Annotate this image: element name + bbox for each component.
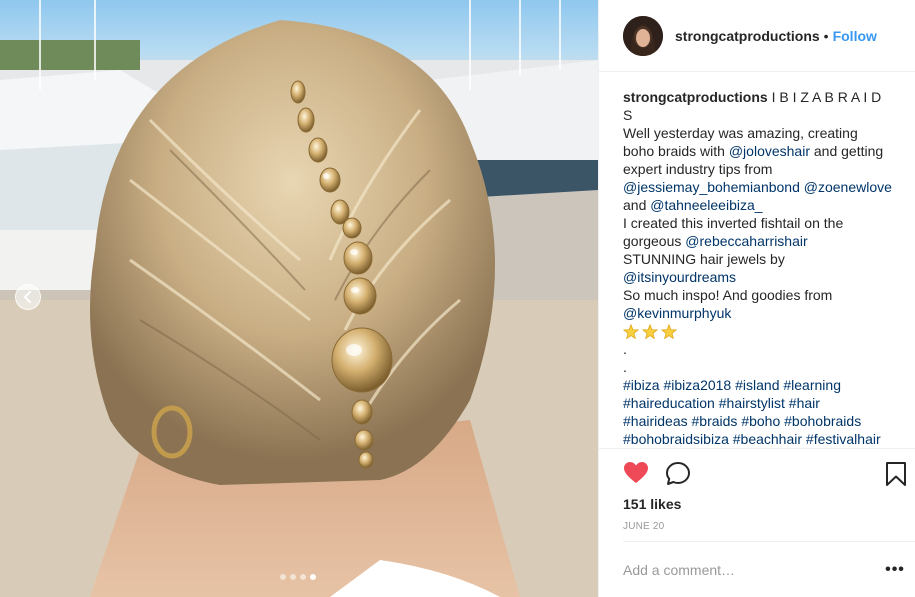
caption-line: and @tahneeleeibiza_ [623,196,899,214]
hashtag-link[interactable]: #beachhair [733,431,802,447]
mention-link[interactable]: @rebeccaharrishair [685,233,807,249]
caption-line: expert industry tips from [623,161,773,177]
caption-line: boho braids with @joloveshair and gettin… [623,142,899,160]
caption-text: gorgeous [623,233,686,249]
post-header: strongcatproductions • Follow [599,0,915,72]
mention-link[interactable]: @tahneeleeibiza_ [650,197,762,213]
bookmark-icon [886,462,906,486]
star-emoji-icon [623,324,639,340]
carousel-indicator [280,574,316,580]
avatar[interactable] [623,15,663,56]
post-username[interactable]: strongcatproductions [675,28,820,44]
comment-bar: ••• [623,541,915,597]
carousel-dot [290,574,296,580]
hashtag-line: #hairideas #braids #boho #bohobraids [623,412,899,430]
caption-line: STUNNING hair jewels by [623,251,785,267]
mention-link[interactable]: @itsinyourdreams [623,269,736,285]
caption-line: So much inspo! And goodies from [623,287,833,303]
more-options-button[interactable]: ••• [875,561,915,579]
mention-link[interactable]: @joloveshair [729,143,810,159]
caption-line: I created this inverted fishtail on the [623,215,844,231]
caption-line: . [623,341,627,358]
carousel-dot [280,574,286,580]
profile-picture [623,15,663,56]
carousel-prev-button[interactable] [15,284,41,310]
hashtag-link[interactable]: #island [735,377,779,393]
star-emoji-icon [661,324,677,340]
chevron-left-icon [24,291,31,303]
hashtag-link[interactable]: #hairideas [623,413,688,429]
comment-button[interactable] [665,461,691,492]
comment-bubble-icon [666,462,690,485]
mention-link[interactable]: @zoenewlove [804,179,892,195]
hashtag-link[interactable]: #boho [741,413,780,429]
post-photo[interactable] [0,0,598,597]
likes-count[interactable]: 151 likes [623,496,681,512]
post-side-panel: strongcatproductions • Follow strongcatp… [598,0,915,597]
hashtag-line: #ibiza #ibiza2018 #island #learning [623,376,899,394]
separator-dot: • [823,27,829,44]
hashtag-line: #bohobraidsibiza #beachhair #festivalhai… [623,430,899,448]
follow-button[interactable]: Follow [833,28,877,44]
caption-line: . [623,359,627,376]
caption-line: @jessiemay_bohemianbond @zoenewlove [623,178,899,196]
instagram-post: strongcatproductions • Follow strongcatp… [0,0,915,597]
save-button[interactable] [885,461,907,492]
caption-line: gorgeous @rebeccaharrishair [623,232,899,250]
caption-line: strongcatproductions I B I Z A B R A I D [623,88,899,106]
hashtag-link[interactable]: #hairstylist [719,395,785,411]
mention-link[interactable]: @jessiemay_bohemianbond [623,179,800,195]
post-caption: strongcatproductions I B I Z A B R A I D… [623,88,899,448]
hashtag-link[interactable]: #haireducation [623,395,715,411]
like-button[interactable] [623,461,649,490]
hashtag-link[interactable]: #ibiza [623,377,660,393]
heart-icon [624,462,648,483]
hashtag-link[interactable]: #braids [692,413,738,429]
hashtag-link[interactable]: #ibiza2018 [663,377,731,393]
post-date[interactable]: JUNE 20 [623,521,664,532]
hashtag-link[interactable]: #bohobraids [784,413,861,429]
caption-line [623,322,899,340]
caption-title-wrap: S [623,107,633,123]
hashtag-link[interactable]: #bohobraidsibiza [623,431,729,447]
comment-input[interactable] [623,561,875,578]
caption-line: @kevinmurphyuk [623,304,899,322]
carousel-dot [300,574,306,580]
caption-text: boho braids with [623,143,729,159]
action-bar [599,448,915,498]
braid-photo-illustration [0,0,598,597]
hashtag-link[interactable]: #learning [783,377,841,393]
hashtag-link[interactable]: #festivalhair [806,431,881,447]
mention-link[interactable]: @kevinmurphyuk [623,305,731,321]
caption-username[interactable]: strongcatproductions [623,89,768,105]
caption-line: @itsinyourdreams [623,268,899,286]
caption-text: and getting [809,143,884,159]
carousel-dot [310,574,316,580]
caption-line: Well yesterday was amazing, creating [623,125,858,141]
caption-title: I B I Z A B R A I D [771,89,882,105]
hashtag-link[interactable]: #hair [789,395,820,411]
hashtag-line: #haireducation #hairstylist #hair [623,394,899,412]
caption-text: and [623,197,651,213]
star-emoji-group [623,324,677,340]
star-emoji-icon [642,324,658,340]
